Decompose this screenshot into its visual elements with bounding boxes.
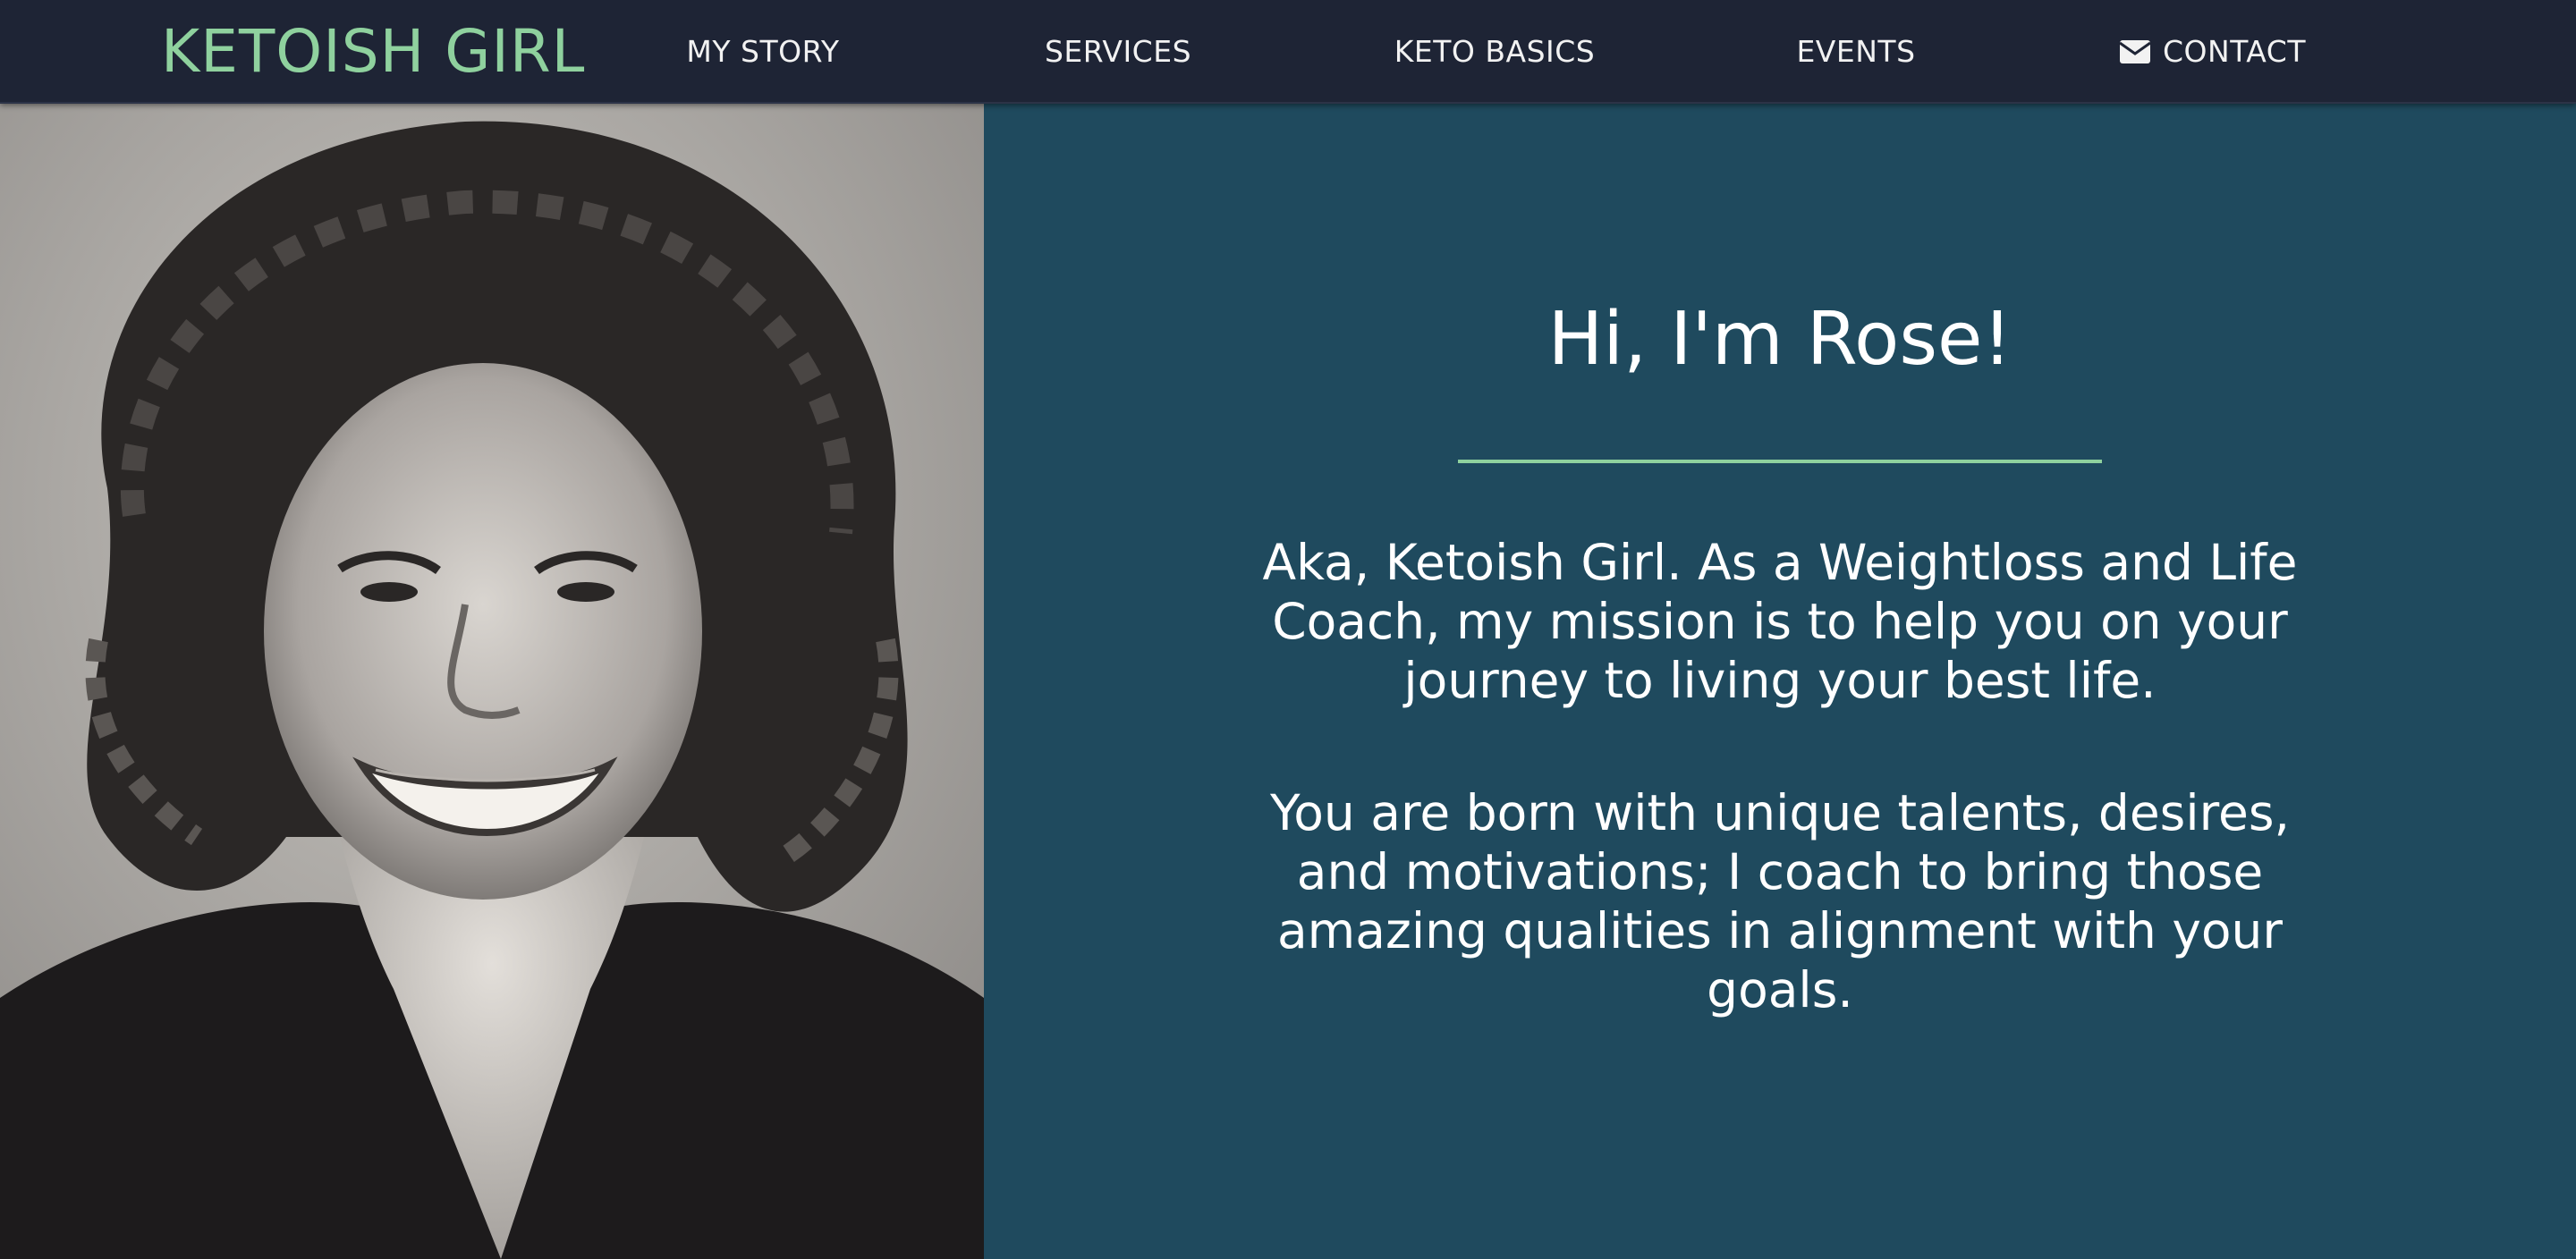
nav-contact[interactable]: CONTACT xyxy=(2120,25,2313,79)
intro-paragraph-mission: Aka, Ketoish Girl. As a Weightloss and L… xyxy=(1262,534,2298,709)
heading-divider xyxy=(1458,460,2102,463)
brand-logo-link[interactable]: KETOISH GIRL xyxy=(161,14,585,89)
intro-section: Hi, I'm Rose! Aka, Ketoish Girl. As a We… xyxy=(984,104,2576,1259)
nav-events[interactable]: EVENTS xyxy=(1780,25,1932,79)
nav-keto-basics[interactable]: KETO BASICS xyxy=(1377,25,1612,79)
nav-contact-label: CONTACT xyxy=(2163,34,2306,69)
portrait-photo xyxy=(0,104,984,1259)
intro-heading: Hi, I'm Rose! xyxy=(1547,297,2012,382)
envelope-icon xyxy=(2120,40,2150,63)
nav-services[interactable]: SERVICES xyxy=(1020,25,1216,79)
intro-paragraph-talents: You are born with unique talents, desire… xyxy=(1269,784,2290,1018)
nav-my-story[interactable]: MY STORY xyxy=(669,25,857,79)
top-navbar: KETOISH GIRL MY STORY SERVICES KETO BASI… xyxy=(0,0,2576,104)
